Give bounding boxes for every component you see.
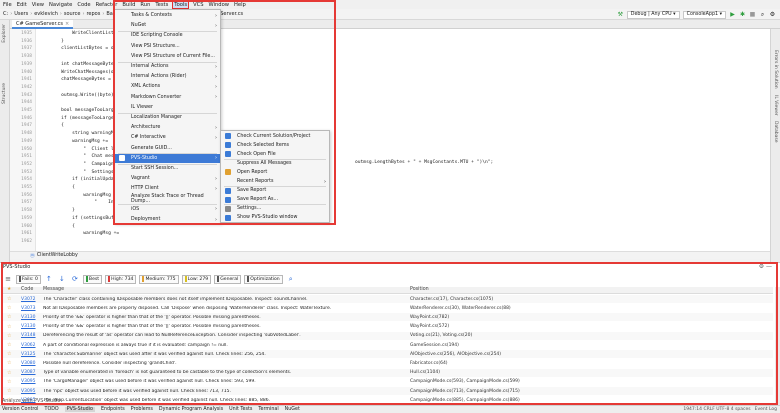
line-number: 1955 (21, 185, 32, 190)
project-select[interactable]: ConsoleApp1 ▾ (682, 10, 726, 19)
line-number: 1949 (21, 138, 32, 144)
code-line: warningMsg += (50, 138, 109, 144)
function-breadcrumb: ⓜ ClientWriteLobby (10, 251, 770, 259)
breadcrumb-separator: › (10, 11, 13, 17)
breadcrumb-separator: › (82, 11, 85, 17)
line-number: 1953 (21, 169, 32, 175)
run-icon[interactable]: ▶ (729, 11, 736, 18)
line-number: 1939 (21, 61, 32, 67)
debug-icon[interactable]: ✱ (739, 11, 746, 18)
breadcrumb-item[interactable]: Users (14, 11, 28, 17)
code-line: } (50, 38, 64, 44)
line-number: 1951 (21, 154, 32, 160)
tool-window-bar: Version Control TODO PVS-Studio Endpoints Pr… (0, 399, 780, 413)
breadcrumb-item[interactable]: C: (3, 11, 8, 17)
line-number: 1961 (21, 231, 32, 237)
menu-edit[interactable]: Edit (17, 2, 27, 8)
bottom-tab-endpoints[interactable]: Endpoints (101, 407, 125, 412)
bottom-tab-version-control[interactable]: Version Control (2, 407, 39, 412)
line-number: 1935 (21, 31, 32, 36)
close-icon[interactable]: × (65, 21, 69, 27)
line-number: 1943 (21, 92, 32, 98)
breadcrumb-separator: › (59, 11, 62, 17)
line-number: 1941 (21, 77, 32, 83)
line-number: 1950 (21, 146, 32, 152)
event-log-link[interactable]: Event Log (755, 407, 777, 412)
bottom-tab-problems[interactable]: Problems (131, 407, 153, 412)
line-number: 1958 (21, 208, 32, 214)
explorer-tool-tab[interactable]: Explorer (2, 24, 7, 43)
settings-icon[interactable]: ⚙ (769, 11, 776, 18)
method-icon: ⓜ (30, 254, 35, 259)
code-line: warningMsg += (50, 192, 120, 198)
status-message: Analyze with PVS-Studio (2, 399, 61, 404)
line-number: 1946 (21, 115, 32, 121)
code-line: } (50, 208, 75, 214)
highlight-frame-menus (113, 0, 336, 225)
hammer-icon[interactable]: ⚒ (617, 11, 624, 18)
breadcrumb-item[interactable]: source (64, 11, 81, 17)
left-tool-strip: Explorer Structure (0, 20, 10, 270)
line-number: 1960 (21, 223, 32, 229)
bottom-tab-dynamic-program-analysis[interactable]: Dynamic Program Analysis (159, 407, 223, 412)
breadcrumb-item[interactable]: repos (86, 11, 100, 17)
line-number: 1938 (21, 54, 32, 60)
line-number: 1957 (21, 200, 32, 206)
menu-navigate[interactable]: Navigate (49, 2, 72, 8)
bottom-tab-pvs-studio[interactable]: PVS-Studio (64, 407, 95, 412)
overflow-code: outmsg.LengthBytes + " + MsgConstants.MT… (355, 160, 494, 165)
bottom-tab-nuget[interactable]: NuGet (285, 407, 300, 412)
line-number: 1956 (21, 192, 32, 198)
line-number: 1948 (21, 131, 32, 137)
line-number: 1944 (21, 100, 32, 106)
line-number: 1936 (21, 38, 32, 44)
run-toolbar: ⚒ Debug | Any CPU ▾ ConsoleApp1 ▾ ▶ ✱ ■ … (617, 10, 776, 19)
configuration-select[interactable]: Debug | Any CPU ▾ (626, 10, 680, 19)
code-line: { (50, 123, 64, 129)
search-icon[interactable]: ⌕ (759, 11, 766, 18)
code-line: warningMsg += (50, 231, 120, 237)
line-number: 1959 (21, 215, 32, 221)
line-number: 1954 (21, 177, 32, 183)
menu-file[interactable]: File (3, 2, 12, 8)
line-number: 1952 (21, 161, 32, 167)
il-viewer-tool-tab[interactable]: IL Viewer (773, 95, 778, 116)
line-number: 1962 (21, 238, 32, 244)
highlight-frame-panel (1, 262, 778, 405)
breadcrumb-separator: › (102, 11, 105, 17)
structure-tool-tab[interactable]: Structure (2, 83, 7, 104)
status-info: 1947:14 CRLF UTF-8 4 spaces Event Log (683, 406, 777, 412)
tab-gameserver[interactable]: C# GameServer.cs × (12, 20, 74, 29)
stop-icon[interactable]: ■ (749, 11, 756, 18)
line-number: 1942 (21, 84, 32, 90)
database-tool-tab[interactable]: Database (773, 121, 778, 142)
line-number: 1940 (21, 69, 32, 75)
code-line: { (50, 185, 75, 190)
line-number: 1947 (21, 123, 32, 129)
code-line: { (50, 223, 75, 229)
bottom-tab-unit-tests[interactable]: Unit Tests (229, 407, 252, 412)
line-number: 1937 (21, 46, 32, 52)
breadcrumb-separator: › (30, 11, 33, 17)
menu-view[interactable]: View (32, 2, 44, 8)
menu-code[interactable]: Code (77, 2, 90, 8)
line-number: 1945 (21, 108, 32, 113)
breadcrumb-item[interactable]: evklevich (34, 11, 58, 17)
right-tool-strip: Errors in Solution IL Viewer Database (770, 20, 780, 265)
bottom-tab-todo[interactable]: TODO (45, 407, 59, 412)
bottom-tab-terminal[interactable]: Terminal (258, 407, 278, 412)
errors-tool-tab[interactable]: Errors in Solution (773, 50, 778, 89)
